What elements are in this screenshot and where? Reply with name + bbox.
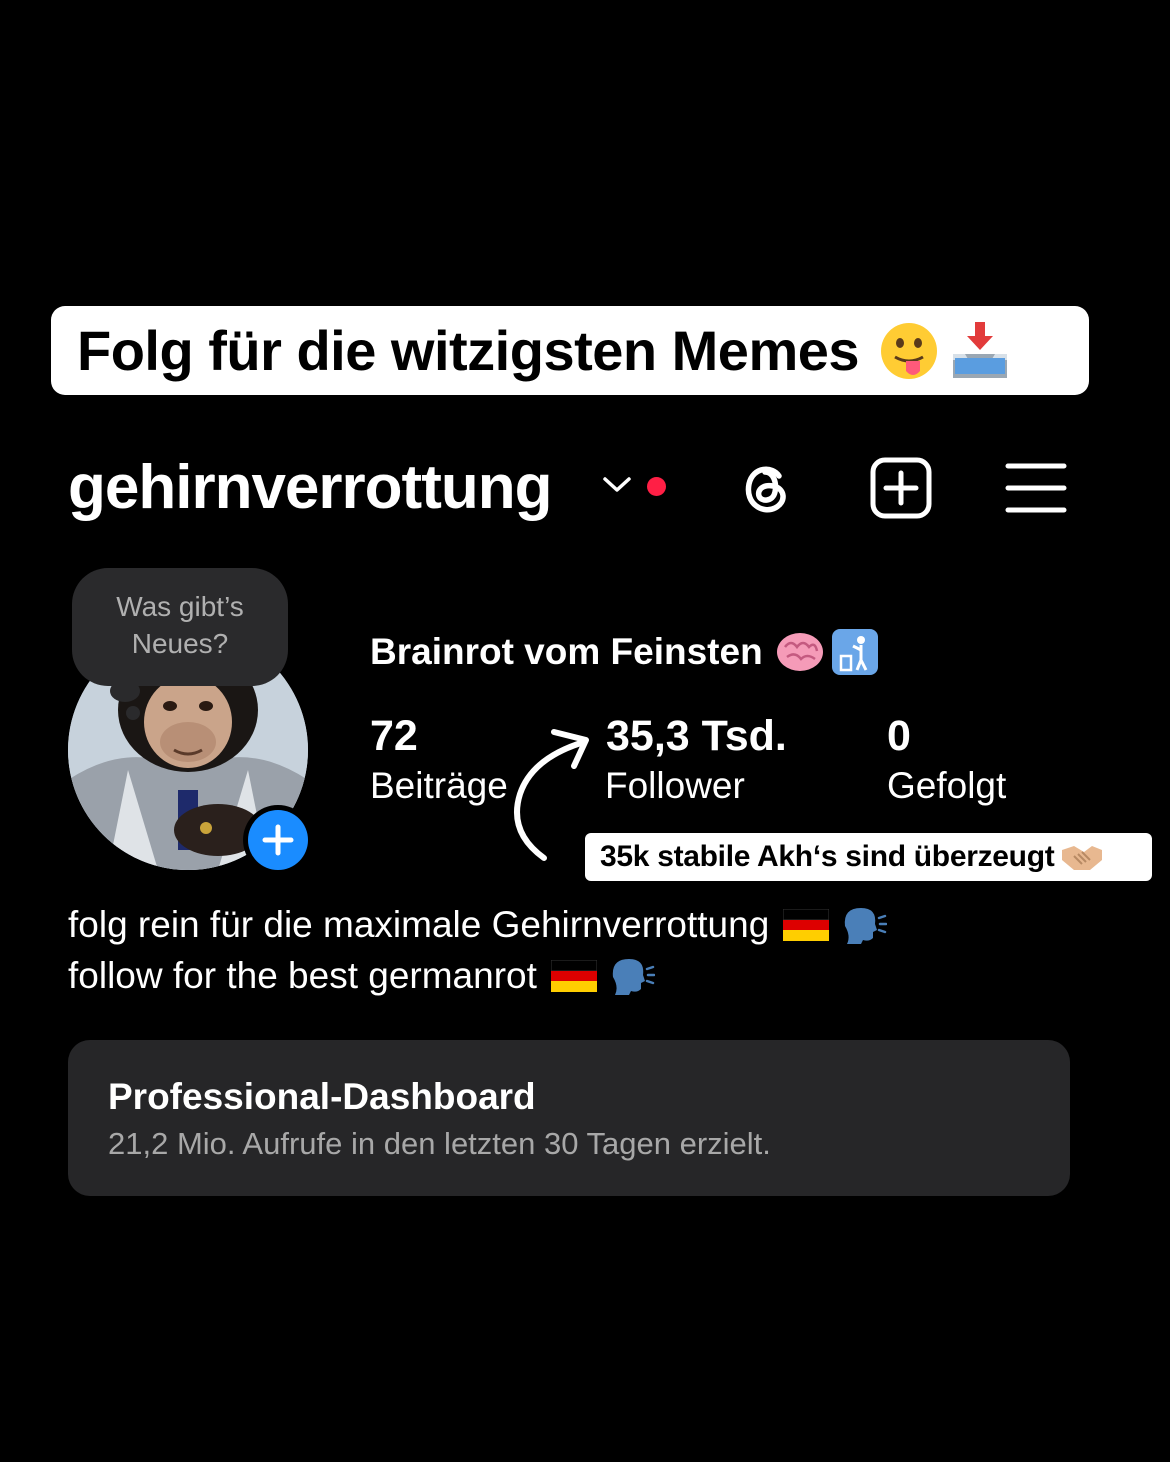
plus-icon xyxy=(262,824,294,856)
followers-label[interactable]: Follower xyxy=(605,765,745,807)
germany-flag-icon xyxy=(783,909,830,941)
bio-line-2: follow for the best germanrot xyxy=(68,955,655,997)
threads-icon[interactable] xyxy=(735,456,799,520)
handshake-icon xyxy=(1062,846,1103,870)
speaking-head-icon xyxy=(612,959,655,995)
note-text-line1: Was gibt’s xyxy=(116,591,244,622)
profile-full-name: Brainrot vom Feinsten xyxy=(370,628,879,676)
professional-dashboard-card[interactable]: Professional-Dashboard 21,2 Mio. Aufrufe… xyxy=(68,1040,1070,1196)
caption-text: Folg für die witzigsten Memes xyxy=(77,319,860,382)
posts-label[interactable]: Beiträge xyxy=(370,765,508,807)
caption-banner: Folg für die witzigsten Memes xyxy=(51,306,1089,395)
brain-icon xyxy=(776,633,823,671)
note-bubble[interactable]: Was gibt’s Neues? xyxy=(72,568,288,686)
following-label[interactable]: Gefolgt xyxy=(887,765,1006,807)
dashboard-subtitle: 21,2 Mio. Aufrufe in den letzten 30 Tage… xyxy=(108,1126,771,1161)
litter-in-bin-icon xyxy=(831,629,878,675)
note-text-line2: Neues? xyxy=(131,628,229,659)
speaking-head-icon xyxy=(845,908,888,944)
menu-icon[interactable] xyxy=(1004,456,1068,520)
posts-count[interactable]: 72 xyxy=(370,712,418,761)
add-post-icon[interactable] xyxy=(869,456,933,520)
followers-count[interactable]: 35,3 Tsd. xyxy=(606,712,787,761)
profile-username[interactable]: gehirnverrottung xyxy=(68,452,552,523)
note-bubble-tail-dot xyxy=(126,706,140,720)
bio-line-1-text: folg rein für die maximale Gehirnverrott… xyxy=(68,904,770,945)
notification-dot xyxy=(647,477,666,496)
chevron-down-icon[interactable] xyxy=(600,474,634,496)
add-story-button[interactable] xyxy=(243,805,313,875)
germany-flag-icon xyxy=(550,960,597,992)
bio-line-2-text: follow for the best germanrot xyxy=(68,955,537,996)
face-with-tongue-icon xyxy=(881,322,938,379)
dashboard-title: Professional-Dashboard xyxy=(108,1076,536,1117)
overlay-sticker: 35k stabile Akh‘s sind überzeugt xyxy=(585,833,1152,881)
full-name-text: Brainrot vom Feinsten xyxy=(370,631,763,672)
sticker-text: 35k stabile Akh‘s sind überzeugt xyxy=(600,840,1055,873)
bio-line-1: folg rein für die maximale Gehirnverrott… xyxy=(68,904,888,946)
following-count[interactable]: 0 xyxy=(887,712,911,761)
inbox-tray-icon xyxy=(953,321,1008,378)
